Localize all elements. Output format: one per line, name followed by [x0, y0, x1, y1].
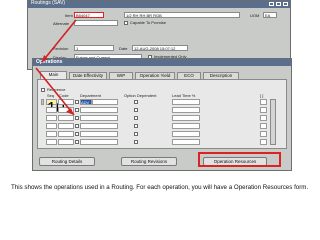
arrow-head-icon: [66, 108, 74, 115]
caption-text: This shows the operations used in a Rout…: [11, 184, 309, 191]
arrow-item-to-operations: [41, 19, 77, 63]
arrow-operations-to-department: [35, 67, 75, 116]
annotation-arrows: [35, 19, 77, 116]
